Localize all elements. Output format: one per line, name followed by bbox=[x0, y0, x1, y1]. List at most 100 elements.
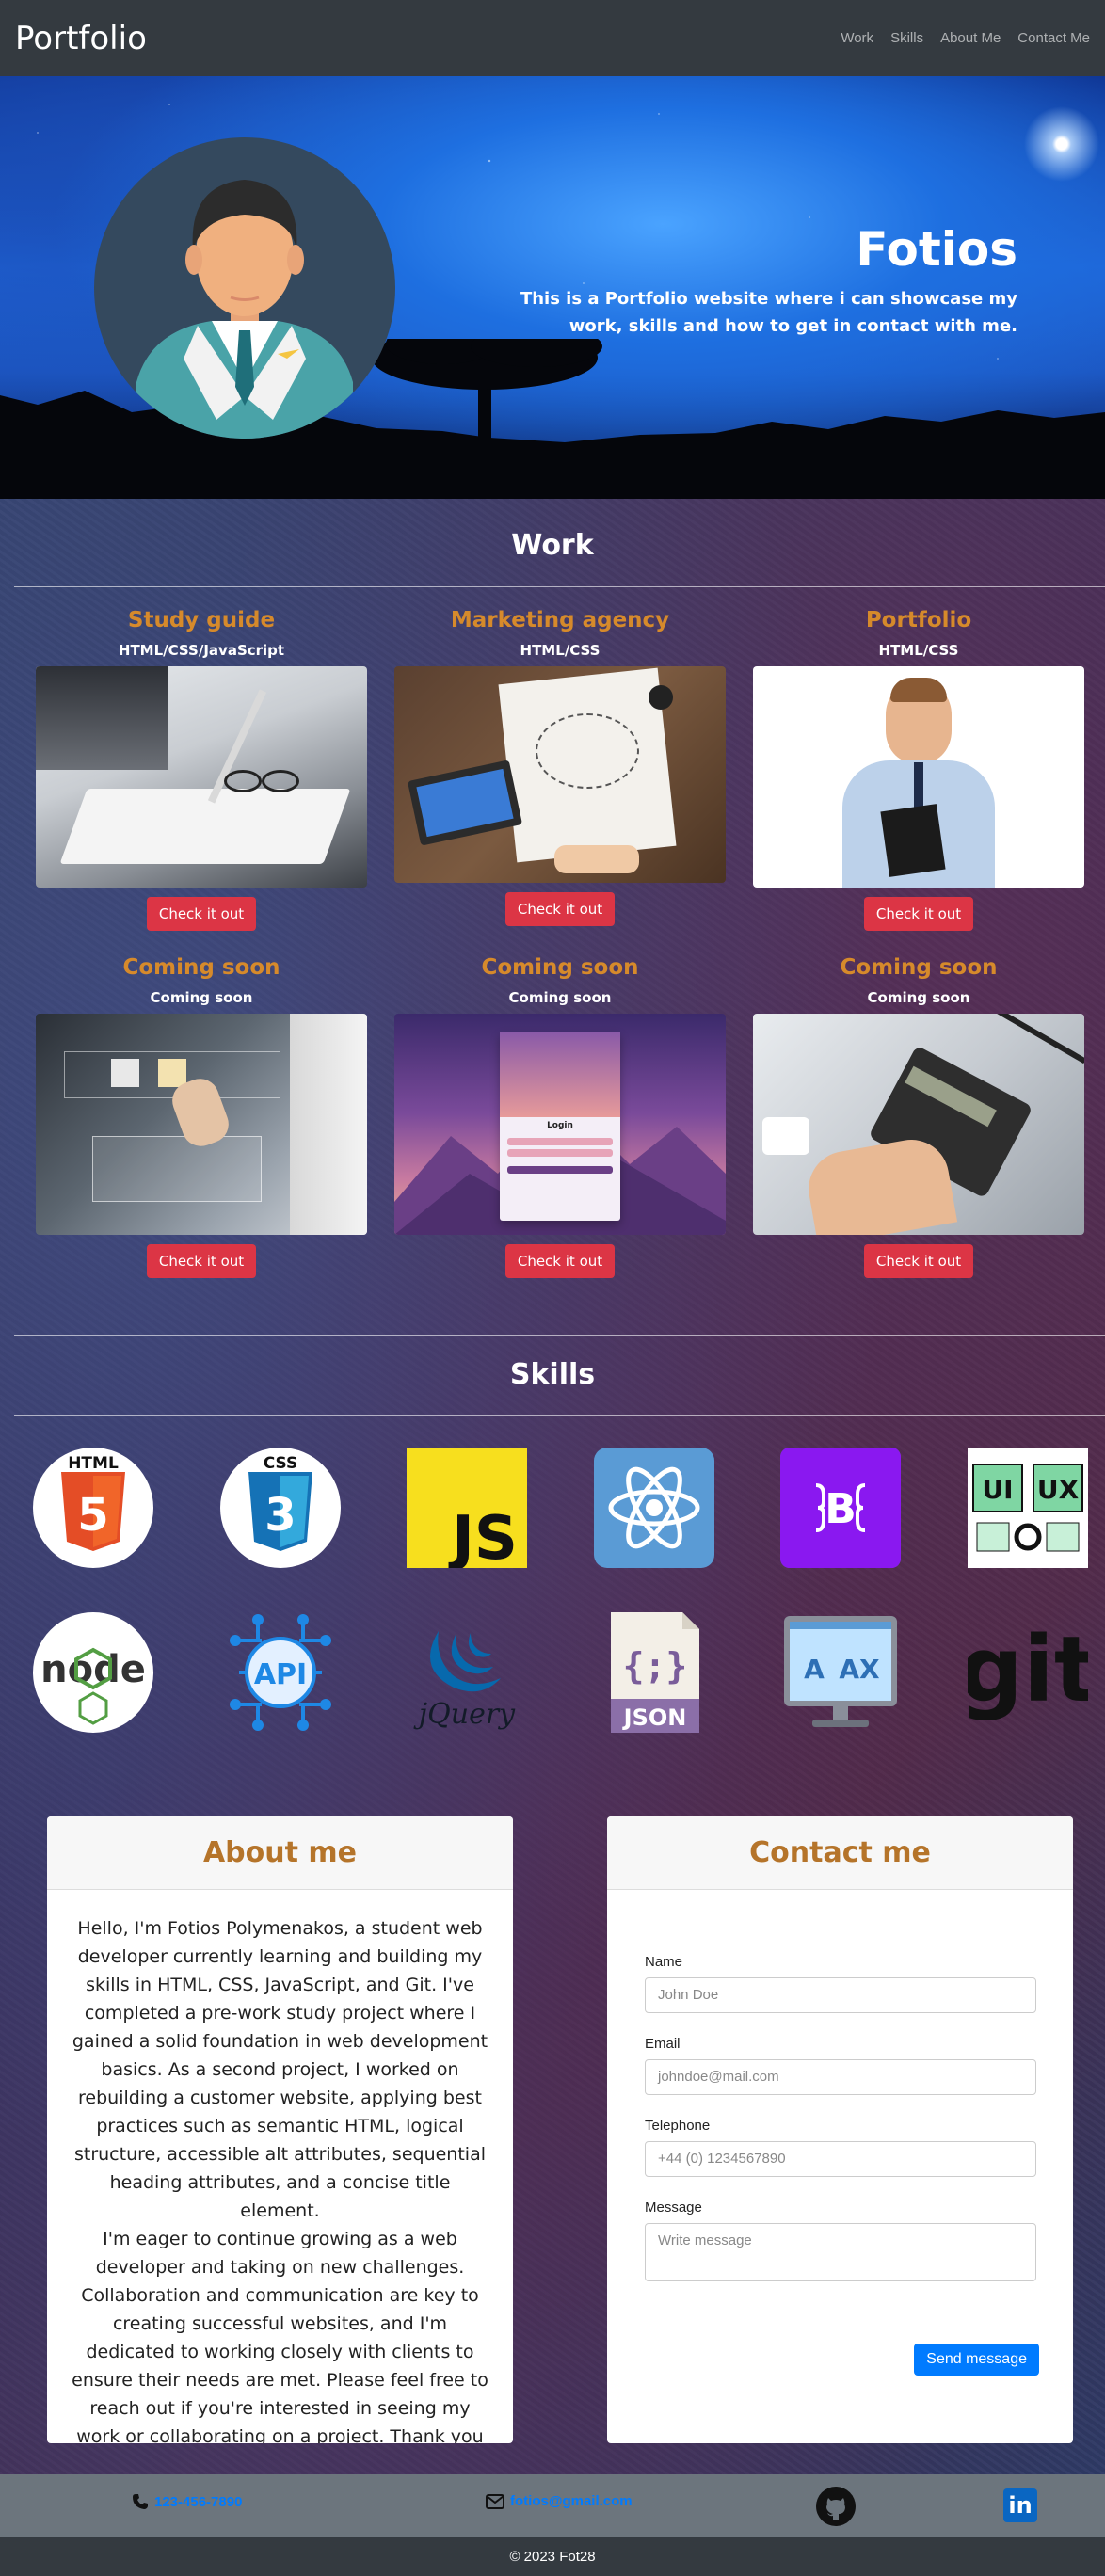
skills-heading: Skills bbox=[509, 1358, 596, 1391]
js-label: JS bbox=[448, 1504, 518, 1568]
svg-text:{;}: {;} bbox=[623, 1645, 688, 1687]
git-label: git bbox=[968, 1617, 1088, 1722]
check-it-out-button[interactable]: Check it out bbox=[146, 1244, 257, 1278]
nav-links: Work Skills About Me Contact Me bbox=[841, 30, 1090, 46]
javascript-icon: JS bbox=[407, 1448, 527, 1574]
phone-icon bbox=[133, 2494, 148, 2509]
card-title: Coming soon bbox=[840, 955, 998, 980]
jquery-label: jQuery bbox=[413, 1698, 516, 1731]
ui-ux-icon: UI UX bbox=[968, 1448, 1088, 1568]
work-card-coming-soon-1: Coming soon Coming soon Check it out bbox=[36, 955, 367, 1278]
email-field[interactable]: johndoe@mail.com bbox=[645, 2059, 1036, 2095]
hero-subtitle: This is a Portfolio website where i can … bbox=[520, 289, 1017, 336]
bootstrap-label: B bbox=[825, 1485, 857, 1533]
businessman-photo bbox=[753, 666, 1084, 888]
login-illustration: Login bbox=[394, 1014, 726, 1235]
about-card: About me Hello, I'm Fotios Polymenakos, … bbox=[47, 1816, 513, 2443]
ax2-label: AX bbox=[839, 1654, 880, 1685]
calculator-photo bbox=[753, 1014, 1084, 1235]
skills-divider bbox=[14, 1415, 1105, 1416]
react-icon bbox=[594, 1448, 714, 1568]
footer: 123-456-7890 fotios@gmail.com in bbox=[0, 2474, 1105, 2537]
hero-title: Fotios bbox=[856, 222, 1017, 277]
card-title: Coming soon bbox=[481, 955, 639, 980]
card-title: Study guide bbox=[127, 608, 276, 632]
work-card-portfolio: Portfolio HTML/CSS Check it out bbox=[753, 608, 1084, 931]
study-photo bbox=[36, 666, 367, 888]
phone-link[interactable]: 123-456-7890 bbox=[154, 2494, 242, 2510]
ui-label: UI bbox=[982, 1474, 1013, 1505]
card-title: Coming soon bbox=[122, 955, 280, 980]
check-it-out-button[interactable]: Check it out bbox=[504, 1244, 616, 1278]
avatar bbox=[94, 137, 395, 439]
css-label: CSS bbox=[264, 1454, 298, 1473]
api-icon: API bbox=[220, 1612, 341, 1733]
linkedin-icon[interactable]: in bbox=[1003, 2488, 1037, 2522]
work-card-coming-soon-3: Coming soon Coming soon Check it out bbox=[753, 955, 1084, 1278]
node-label: node bbox=[40, 1648, 146, 1691]
contact-heading: Contact me bbox=[607, 1816, 1073, 1890]
check-it-out-button[interactable]: Check it out bbox=[863, 897, 974, 931]
html5-icon: HTML 5 bbox=[33, 1448, 153, 1568]
json-icon: {;} JSON bbox=[594, 1612, 714, 1733]
svg-text:3: 3 bbox=[264, 1489, 296, 1542]
shopping-screen-photo bbox=[36, 1014, 367, 1235]
brand-logo[interactable]: Portfolio bbox=[15, 20, 147, 57]
name-field[interactable]: John Doe bbox=[645, 1977, 1036, 2013]
ax-label: A bbox=[804, 1654, 825, 1685]
card-title: Portfolio bbox=[865, 608, 972, 632]
translate-icon: A AX bbox=[780, 1612, 901, 1733]
svg-text:5: 5 bbox=[77, 1489, 108, 1542]
hero-text: Fotios This is a Portfolio website where… bbox=[490, 222, 1017, 341]
navbar: Portfolio Work Skills About Me Contact M… bbox=[0, 0, 1105, 76]
card-tech: HTML/CSS bbox=[878, 642, 959, 659]
footer-email[interactable]: fotios@gmail.com bbox=[486, 2493, 633, 2509]
telephone-label: Telephone bbox=[645, 2118, 711, 2134]
email-link[interactable]: fotios@gmail.com bbox=[510, 2493, 633, 2509]
envelope-icon bbox=[486, 2493, 504, 2509]
json-label: JSON bbox=[622, 1704, 687, 1731]
git-icon: git bbox=[958, 1612, 1097, 1733]
jquery-icon: jQuery bbox=[407, 1612, 527, 1733]
ux-label: UX bbox=[1037, 1474, 1080, 1505]
name-label: Name bbox=[645, 1954, 683, 1970]
html-label: HTML bbox=[68, 1454, 119, 1473]
work-card-coming-soon-2: Coming soon Coming soon Login Check it o… bbox=[394, 955, 726, 1278]
nav-link-work[interactable]: Work bbox=[841, 30, 873, 46]
api-label: API bbox=[254, 1658, 307, 1691]
check-it-out-button[interactable]: Check it out bbox=[863, 1244, 974, 1278]
send-message-button[interactable]: Send message bbox=[914, 2344, 1039, 2376]
skills-top-divider bbox=[14, 1335, 1105, 1336]
email-label: Email bbox=[645, 2036, 681, 2052]
css3-icon: CSS 3 bbox=[220, 1448, 341, 1568]
copyright: © 2023 Fot28 bbox=[0, 2537, 1105, 2576]
work-heading: Work bbox=[511, 529, 594, 562]
nav-link-contact[interactable]: Contact Me bbox=[1017, 30, 1090, 46]
check-it-out-button[interactable]: Check it out bbox=[146, 897, 257, 931]
footer-phone[interactable]: 123-456-7890 bbox=[132, 2493, 242, 2510]
hero-banner: Fotios This is a Portfolio website where… bbox=[0, 76, 1105, 499]
work-divider bbox=[14, 586, 1105, 587]
nav-link-skills[interactable]: Skills bbox=[890, 30, 923, 46]
bootstrap-icon: B bbox=[780, 1448, 901, 1568]
message-field[interactable]: Write message bbox=[645, 2223, 1036, 2281]
card-tech: HTML/CSS bbox=[520, 642, 601, 659]
work-card-marketing-agency: Marketing agency HTML/CSS Check it out bbox=[394, 608, 726, 926]
card-title: Marketing agency bbox=[450, 608, 670, 632]
card-tech: Coming soon bbox=[867, 989, 970, 1006]
contact-form: Name John Doe Email johndoe@mail.com Tel… bbox=[607, 1890, 1073, 2281]
card-tech: HTML/CSS/JavaScript bbox=[118, 642, 285, 659]
about-heading: About me bbox=[47, 1816, 513, 1890]
github-icon[interactable] bbox=[816, 2487, 856, 2530]
message-label: Message bbox=[645, 2200, 702, 2216]
work-card-study-guide: Study guide HTML/CSS/JavaScript Check it… bbox=[36, 608, 367, 931]
check-it-out-button[interactable]: Check it out bbox=[504, 892, 616, 926]
telephone-field[interactable]: +44 (0) 1234567890 bbox=[645, 2141, 1036, 2177]
contact-card: Contact me Name John Doe Email johndoe@m… bbox=[607, 1816, 1073, 2443]
about-paragraph-1: Hello, I'm Fotios Polymenakos, a student… bbox=[72, 1918, 488, 2221]
about-paragraph-2: I'm eager to continue growing as a web d… bbox=[72, 2229, 488, 2443]
nodejs-icon: node bbox=[33, 1612, 153, 1733]
card-tech: Coming soon bbox=[508, 989, 612, 1006]
nav-link-about[interactable]: About Me bbox=[940, 30, 1001, 46]
marketing-desk-photo bbox=[394, 666, 726, 883]
